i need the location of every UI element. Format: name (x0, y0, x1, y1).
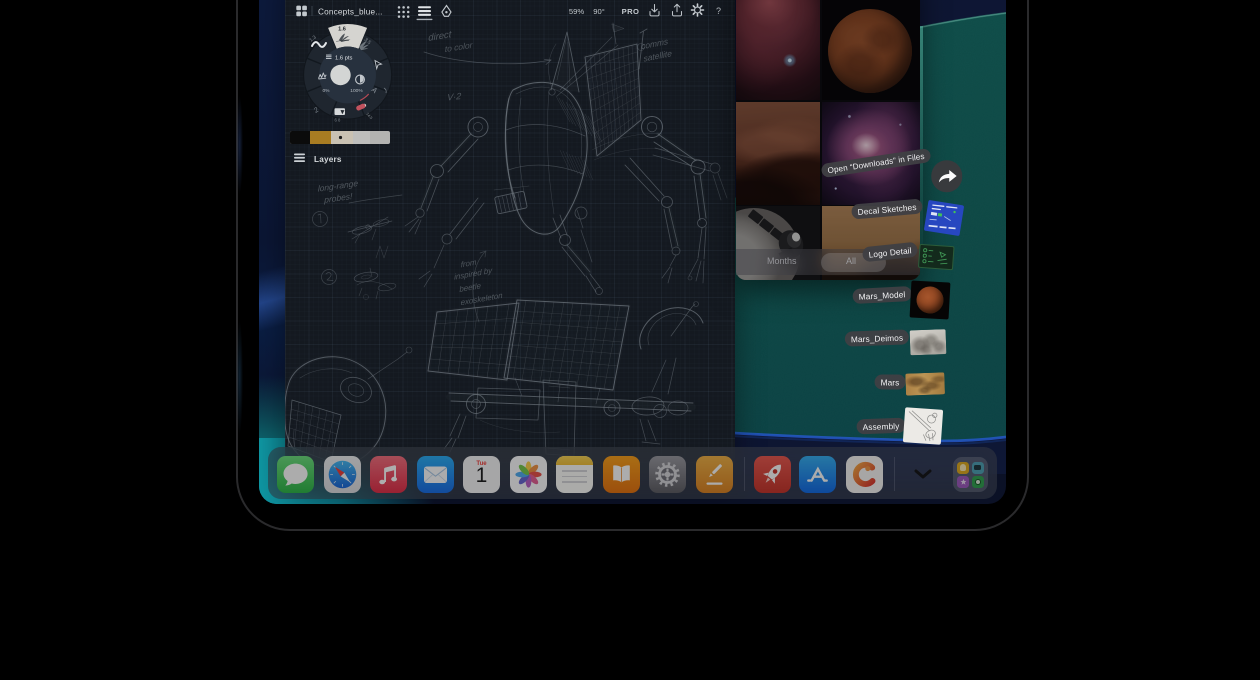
svg-text:59%: 59% (569, 7, 584, 16)
svg-text:Layers: Layers (314, 155, 342, 164)
svg-text:100%: 100% (350, 88, 363, 94)
svg-text:?: ? (716, 6, 721, 16)
svg-text:1.6 pts: 1.6 pts (335, 55, 353, 61)
svg-text:satellite: satellite (643, 48, 672, 64)
svg-text:90°: 90° (593, 7, 604, 16)
svg-text:Concepts_blue...: Concepts_blue... (318, 8, 383, 17)
svg-text:0%: 0% (322, 88, 330, 94)
svg-text:from: from (461, 258, 477, 270)
svg-text:probes!: probes! (323, 191, 353, 205)
svg-text:V·2: V·2 (447, 91, 461, 103)
svg-text:beetle: beetle (459, 281, 481, 294)
svg-text:1.6: 1.6 (338, 27, 346, 33)
svg-text:6 8: 6 8 (335, 118, 341, 123)
svg-text:direct: direct (428, 29, 451, 44)
svg-text:to color: to color (445, 40, 474, 55)
svg-text:14.5: 14.5 (365, 112, 373, 120)
svg-text:PRO: PRO (622, 7, 640, 16)
